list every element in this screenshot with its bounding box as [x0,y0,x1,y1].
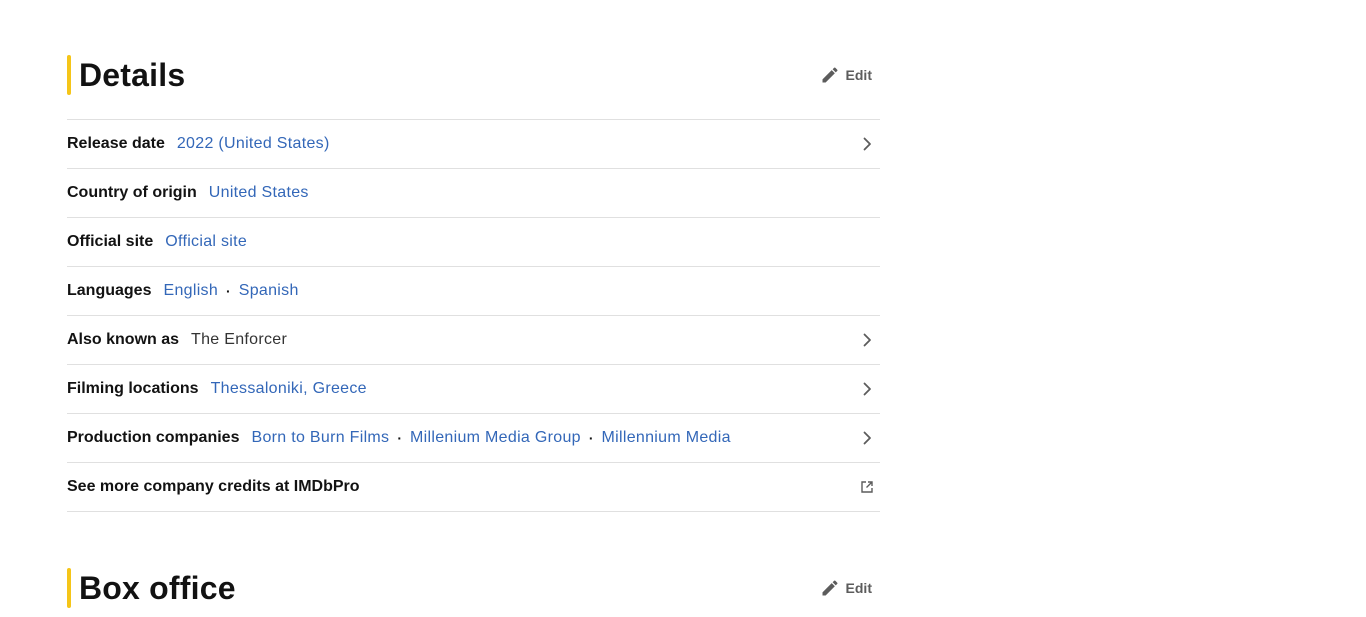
pencil-icon [820,65,840,85]
company-link-born-to-burn[interactable]: Born to Burn Films [251,429,389,447]
chevron-right-icon[interactable] [860,137,874,151]
release-date-link[interactable]: 2022 (United States) [177,135,330,153]
details-list: Release date 2022 (United States) Countr… [67,119,880,512]
language-link-english[interactable]: English [163,282,218,300]
box-office-edit-button[interactable]: Edit [820,577,872,599]
country-link[interactable]: United States [209,184,309,202]
chevron-right-icon[interactable] [860,431,874,445]
chevron-right-icon[interactable] [860,333,874,347]
pencil-icon [820,578,840,598]
edit-label: Edit [845,580,872,596]
also-known-as-label: Also known as [67,331,180,348]
production-companies-label: Production companies [67,429,240,446]
section-accent-bar [67,568,71,608]
imdbpro-credits-row[interactable]: See more company credits at IMDbPro [67,463,880,512]
filming-locations-label: Filming locations [67,380,199,397]
chevron-right-icon[interactable] [860,382,874,396]
separator-dot: · [588,430,594,446]
details-section: Details Edit Release date 2022 (United S… [67,55,880,512]
details-edit-button[interactable]: Edit [820,64,872,86]
box-office-title: Box office [79,570,236,606]
also-known-as-row[interactable]: Also known as The Enforcer [67,316,880,365]
company-link-millennium-media[interactable]: Millennium Media [602,429,731,447]
official-site-row: Official site Official site [67,218,880,267]
separator-dot: · [397,430,403,446]
official-site-link[interactable]: Official site [165,233,247,251]
details-header: Details Edit [67,55,880,95]
company-link-millenium-media-group[interactable]: Millenium Media Group [410,429,581,447]
languages-row: Languages English · Spanish [67,267,880,316]
release-date-label: Release date [67,135,165,152]
imdbpro-credits-link[interactable]: See more company credits at IMDbPro [67,478,360,496]
country-of-origin-label: Country of origin [67,184,197,201]
languages-label: Languages [67,282,152,299]
language-link-spanish[interactable]: Spanish [239,282,299,300]
separator-dot: · [226,283,231,299]
filming-locations-row[interactable]: Filming locations Thessaloniki, Greece [67,365,880,414]
external-link-icon[interactable] [860,480,874,494]
release-date-row[interactable]: Release date 2022 (United States) [67,120,880,169]
details-title: Details [79,57,186,93]
production-companies-row[interactable]: Production companies Born to Burn Films … [67,414,880,463]
official-site-label: Official site [67,233,154,250]
country-of-origin-row: Country of origin United States [67,169,880,218]
filming-location-link[interactable]: Thessaloniki, Greece [211,380,367,398]
also-known-as-value: The Enforcer [191,331,288,348]
section-accent-bar [67,55,71,95]
box-office-section: Box office Edit [67,568,880,608]
edit-label: Edit [845,67,872,83]
box-office-header: Box office Edit [67,568,880,608]
